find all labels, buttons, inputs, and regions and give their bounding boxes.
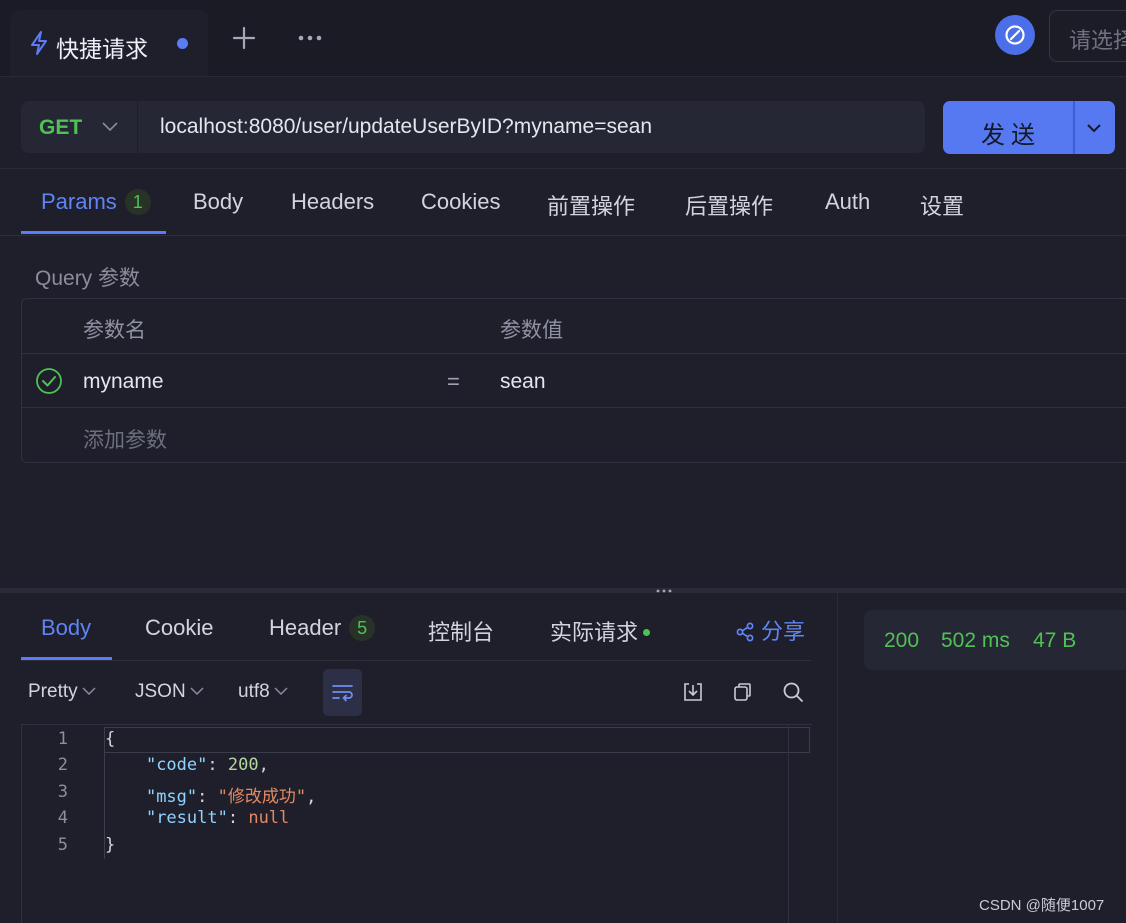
checkbox-checked-icon[interactable]: [35, 367, 63, 395]
current-line-highlight: [104, 727, 810, 753]
add-param-input[interactable]: 添加参数: [83, 424, 167, 454]
column-header-value: 参数值: [500, 319, 563, 342]
code-line: {: [105, 729, 115, 749]
chevron-down-icon[interactable]: [1087, 123, 1101, 133]
search-icon[interactable]: [781, 680, 805, 704]
json-key: "msg": [145, 787, 198, 807]
url-input[interactable]: localhost:8080/user/updateUserByID?mynam…: [160, 115, 652, 139]
tab-cookies[interactable]: Cookies: [421, 189, 500, 215]
divider: [22, 353, 1126, 354]
line-number: 1: [57, 729, 68, 749]
code-line: }: [105, 835, 115, 855]
response-tab-header[interactable]: Header 5: [269, 615, 376, 641]
tab-label: Params: [41, 189, 117, 214]
environment-select[interactable]: 请选择: [1049, 10, 1126, 62]
word-wrap-button[interactable]: [323, 669, 362, 716]
tab-body[interactable]: Body: [193, 189, 243, 215]
pretty-label: Pretty: [28, 681, 78, 702]
json-brace: {: [105, 729, 116, 749]
url-bar: GET localhost:8080/user/updateUserByID?m…: [21, 101, 925, 153]
param-name-field[interactable]: myname: [83, 370, 164, 394]
encoding-select[interactable]: utf8: [238, 681, 288, 703]
status-code: 200: [884, 629, 920, 652]
drag-handle-icon[interactable]: [655, 589, 673, 593]
share-button[interactable]: 分享: [735, 614, 805, 646]
tab-pre-operation[interactable]: 前置操作: [547, 189, 635, 221]
status-dot: [643, 629, 651, 636]
column-header-name: 参数名: [83, 319, 146, 342]
chevron-down-icon: [82, 687, 96, 696]
json-number: 200: [227, 755, 259, 775]
more-dots-icon[interactable]: [296, 30, 324, 46]
divider: [21, 660, 811, 661]
environment-switch-icon[interactable]: [995, 15, 1035, 55]
watermark: CSDN @随便1007: [979, 897, 1105, 914]
environment-placeholder: 请选择: [1069, 28, 1126, 53]
type-label: JSON: [135, 681, 186, 702]
unsaved-dot: [177, 38, 188, 49]
response-tab-actual-request[interactable]: 实际请求: [550, 615, 651, 647]
json-null: null: [248, 808, 290, 828]
pretty-select[interactable]: Pretty: [28, 681, 96, 703]
divider: [1073, 101, 1075, 154]
response-size: 47 B: [1033, 629, 1077, 652]
count-badge: 5: [349, 615, 376, 641]
encoding-label: utf8: [238, 681, 270, 702]
share-icon: [736, 622, 754, 642]
request-tabs: Params 1 Body Headers Cookies 前置操作 后置操作 A…: [0, 168, 1126, 236]
send-label: 发送: [981, 122, 1041, 149]
response-time: 502 ms: [941, 629, 1010, 652]
lightning-icon: [31, 31, 47, 55]
count-badge: 1: [124, 189, 151, 215]
line-number: 3: [57, 782, 68, 802]
code-line: "msg": "修改成功",: [145, 787, 317, 807]
response-status: 200 502 ms 47 B: [864, 610, 1126, 670]
pane-splitter[interactable]: [0, 588, 1126, 593]
response-body-editor[interactable]: 1 2 3 4 5 { "code": 200, "msg": "修改成功", …: [21, 724, 812, 923]
share-label: 分享: [761, 619, 806, 644]
active-tab-indicator: [21, 231, 166, 234]
json-brace: }: [105, 835, 116, 855]
active-tab-indicator: [21, 657, 112, 660]
chevron-down-icon: [274, 687, 288, 696]
tab-headers[interactable]: Headers: [291, 189, 374, 215]
tab-auth[interactable]: Auth: [825, 189, 870, 215]
query-section-title: Query 参数: [35, 267, 141, 290]
response-tab-cookie[interactable]: Cookie: [145, 615, 213, 641]
plus-icon[interactable]: [230, 24, 258, 52]
json-key: "result": [145, 808, 228, 828]
params-table: 参数名 参数值 myname = sean 添加参数: [21, 298, 1126, 463]
equals-sign: =: [447, 369, 460, 394]
wrap-icon: [332, 685, 353, 702]
tab-settings[interactable]: 设置: [920, 189, 964, 221]
json-key: "code": [145, 755, 208, 775]
type-select[interactable]: JSON: [135, 681, 204, 703]
param-value-field[interactable]: sean: [500, 370, 546, 394]
copy-icon[interactable]: [731, 680, 755, 704]
line-number: 4: [57, 808, 68, 828]
line-number: 2: [57, 755, 68, 775]
response-tab-console[interactable]: 控制台: [428, 615, 494, 647]
response-tab-body[interactable]: Body: [41, 615, 91, 641]
line-number: 5: [57, 835, 68, 855]
tab-label: 实际请求: [550, 620, 639, 645]
code-line: "result": null: [145, 808, 290, 828]
method-select[interactable]: GET: [39, 116, 82, 140]
divider: [137, 101, 138, 153]
tab-params[interactable]: Params 1: [41, 189, 151, 215]
chevron-down-icon[interactable]: [101, 121, 119, 133]
chevron-down-icon: [190, 687, 204, 696]
tab-label: Header: [269, 615, 342, 640]
tab-post-operation[interactable]: 后置操作: [685, 189, 773, 221]
json-string: "修改成功": [217, 787, 307, 807]
tab-title: 快捷请求: [56, 36, 148, 62]
divider: [22, 407, 1126, 408]
divider: [837, 593, 838, 922]
editor-scrollbar[interactable]: [788, 725, 789, 923]
code-line: "code": 200,: [145, 755, 269, 775]
tab-quick-request[interactable]: 快捷请求: [10, 10, 208, 76]
download-icon[interactable]: [681, 680, 705, 704]
send-button[interactable]: 发送: [943, 101, 1115, 154]
